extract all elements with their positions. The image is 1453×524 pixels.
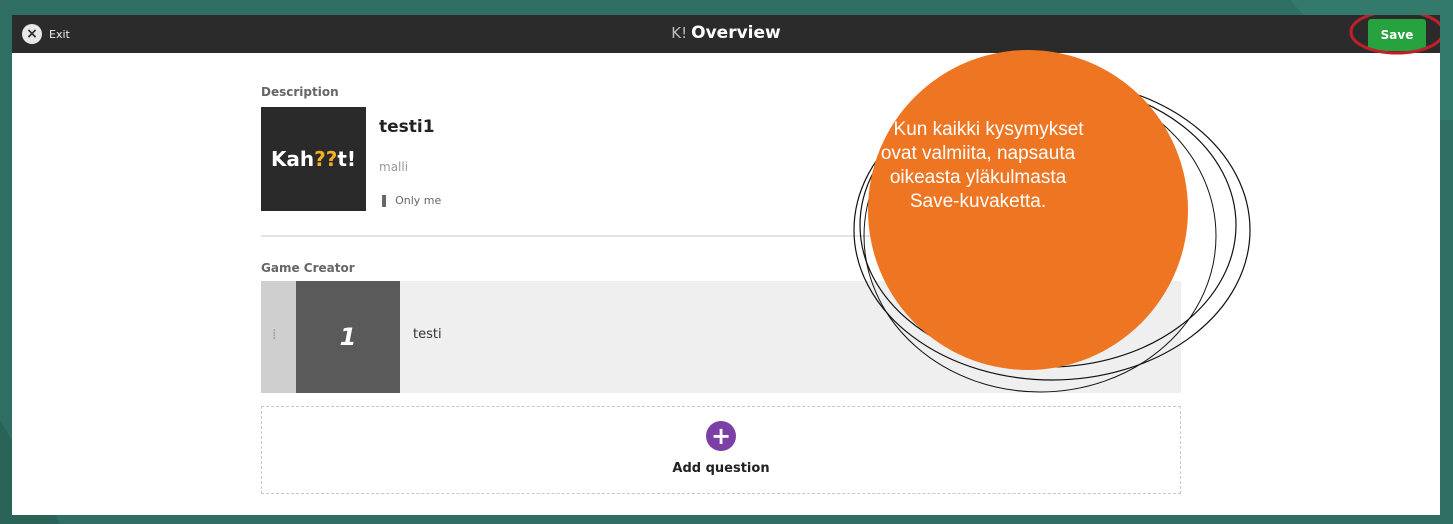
lock-icon: ❚	[379, 193, 390, 207]
drag-handle[interactable]: ⁞	[261, 281, 296, 393]
drag-handle-icon: ⁞	[272, 327, 277, 343]
add-question-button[interactable]: + Add question	[261, 406, 1181, 494]
question-row[interactable]: ⁞ 1 testi	[261, 281, 1181, 393]
save-button[interactable]: Save	[1368, 19, 1426, 51]
section-divider	[261, 235, 901, 237]
cover-text-a: Kah	[270, 147, 315, 171]
kahoot-cover-image[interactable]: Kah?? t!	[261, 107, 366, 211]
add-question-label: Add question	[672, 461, 770, 476]
kahoot-editor-window: × Exit K! Overview Save Description Kah??…	[12, 15, 1440, 515]
instruction-callout-text: 8. Kun kaikki kysymykset ovat valmiita, …	[872, 119, 1084, 212]
question-title: testi	[413, 327, 442, 342]
cover-text-b: t!	[337, 147, 357, 171]
top-bar: × Exit K! Overview Save	[12, 15, 1440, 53]
kahoot-description: malli	[379, 160, 409, 174]
game-creator-section-label: Game Creator	[261, 261, 355, 275]
page-title: K! Overview	[12, 23, 1440, 43]
visibility-label: Only me	[395, 193, 442, 207]
cover-text-q: ??	[314, 147, 338, 171]
page-title-text: Overview	[691, 23, 781, 43]
kahoot-name: testi1	[379, 117, 435, 137]
kahoot-logo-icon: K!	[671, 24, 688, 42]
visibility-info: ❚ Only me	[379, 193, 441, 207]
question-number: 1	[296, 281, 400, 393]
plus-icon: +	[706, 421, 736, 451]
overview-content: Description Kah?? t! testi1 malli ❚ Only …	[12, 53, 1440, 515]
description-section-label: Description	[261, 85, 339, 99]
